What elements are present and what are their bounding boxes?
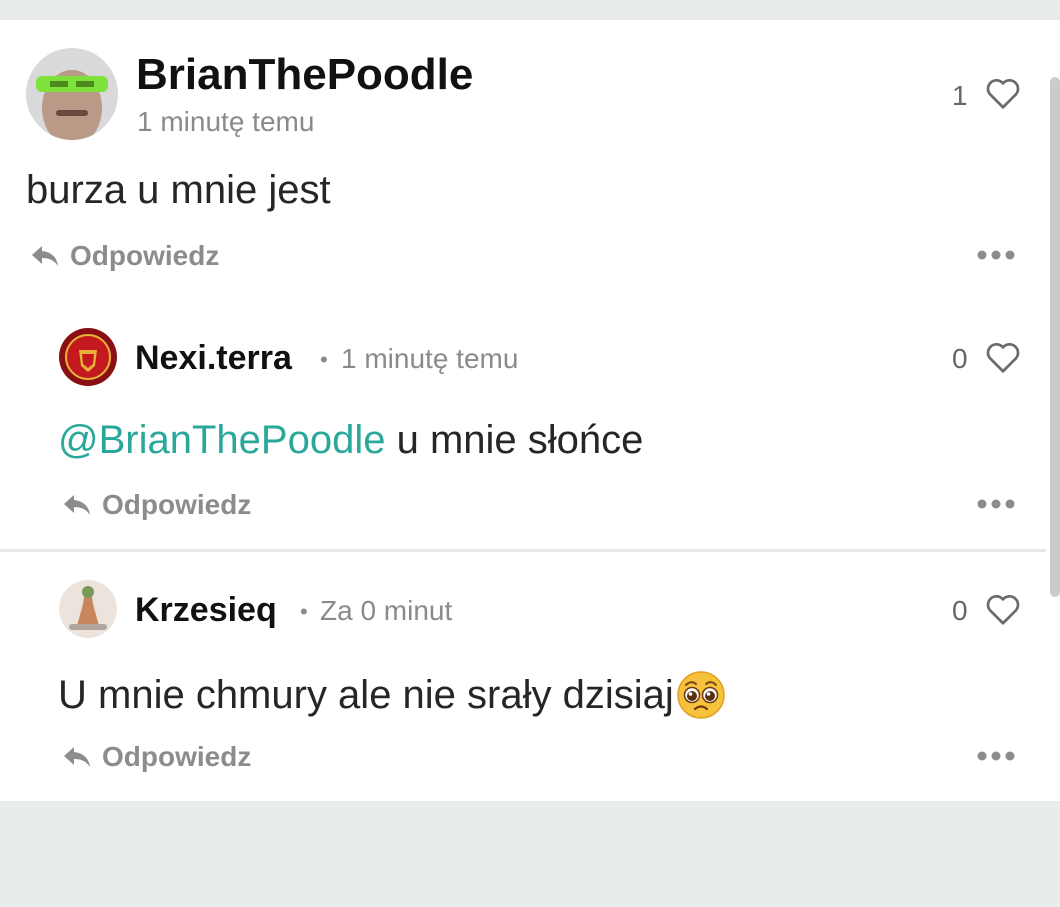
reply-label: Odpowiedz [102,489,252,520]
avatar[interactable] [59,328,117,386]
reply-button[interactable]: Odpowiedz [62,741,251,773]
comment-timestamp: 1 minutę temu [341,343,519,374]
comment-author[interactable]: Krzesieq [135,591,277,630]
comment-author[interactable]: BrianThePoodle [136,50,473,100]
heart-outline-icon[interactable] [985,340,1021,374]
comment-text-rest: u mnie słońce [385,418,644,462]
comment-text: U mnie chmury ale nie srały dzisiaj [58,670,726,720]
more-horizontal-icon[interactable] [976,750,1016,762]
separator-dot: • [320,347,328,372]
comment-text: @BrianThePoodle u mnie słońce [58,418,643,463]
comments-card: BrianThePoodle 1 minutę temu 1 burza u m… [0,20,1060,801]
more-horizontal-icon[interactable] [976,498,1016,510]
heart-outline-icon[interactable] [985,76,1021,110]
like-count: 1 [952,80,968,111]
comment-timestamp: Za 0 minut [320,595,453,626]
avatar[interactable] [59,580,117,638]
reply-label: Odpowiedz [70,240,220,271]
heart-outline-icon[interactable] [985,592,1021,626]
reply-arrow-icon [30,244,60,268]
comment-text-content: U mnie chmury ale nie srały dzisiaj [58,672,674,717]
user-mention-link[interactable]: @BrianThePoodle [58,418,385,462]
separator-dot: • [300,599,308,624]
like-count: 0 [952,595,968,626]
reply-arrow-icon [62,745,92,769]
thread-divider [0,549,1046,552]
like-count: 0 [952,343,968,374]
avatar[interactable] [26,48,118,140]
reply-arrow-icon [62,493,92,517]
reply-button[interactable]: Odpowiedz [30,240,219,272]
pleading-face-emoji [676,670,726,720]
scrollbar[interactable] [1050,77,1060,597]
more-horizontal-icon[interactable] [976,249,1016,261]
comment-text: burza u mnie jest [26,168,331,212]
comment-author[interactable]: Nexi.terra [135,339,292,378]
reply-label: Odpowiedz [102,741,252,772]
reply-button[interactable]: Odpowiedz [62,489,251,521]
comment-timestamp: 1 minutę temu [137,106,315,137]
